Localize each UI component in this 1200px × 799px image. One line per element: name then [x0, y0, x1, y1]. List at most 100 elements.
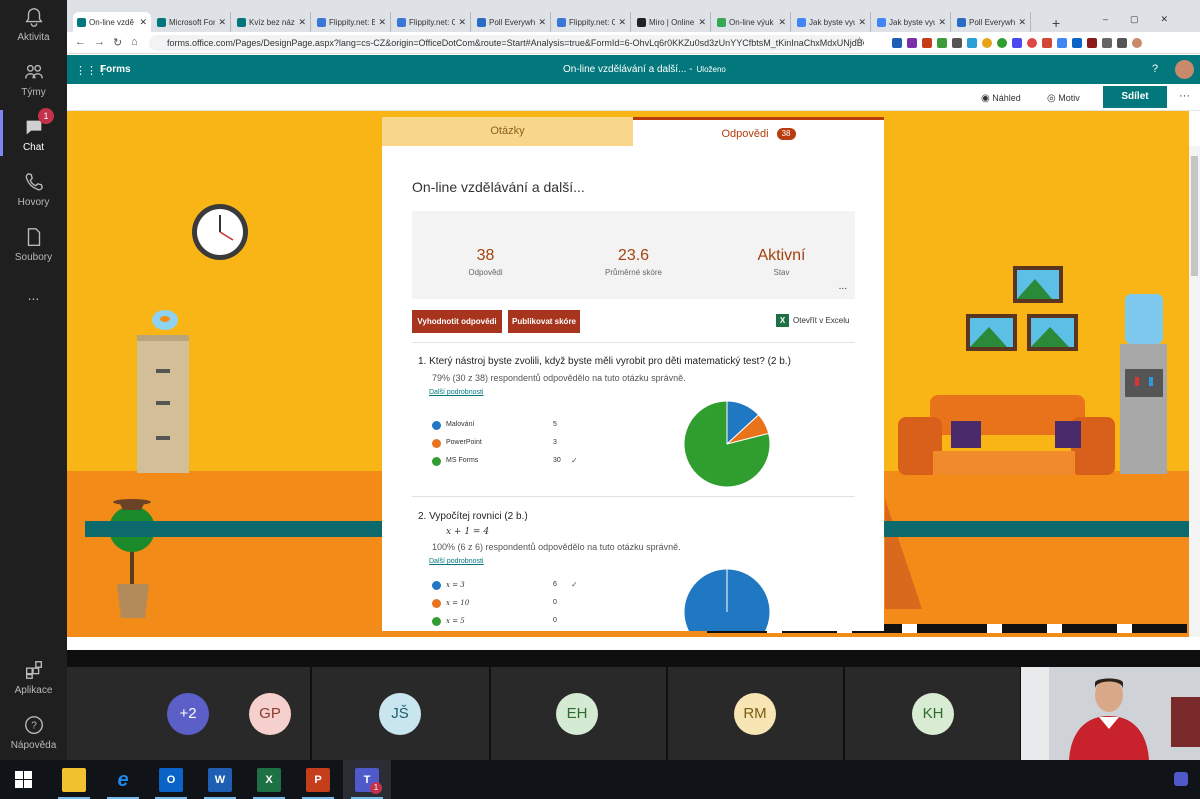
outlook-icon[interactable]: O — [159, 768, 183, 792]
tab-responses[interactable]: Odpovědi 38 — [633, 117, 884, 146]
browser-tab[interactable]: Poll Everywhe ✕ — [473, 12, 551, 32]
reload-icon[interactable]: ↻ — [113, 36, 122, 49]
legend-dot — [432, 617, 441, 626]
svg-text:?: ? — [31, 721, 37, 732]
bookmark-star-icon[interactable]: ☆ — [855, 36, 864, 47]
overflow-participants-avatar[interactable]: +2 — [167, 693, 209, 735]
extension-icon[interactable] — [937, 38, 947, 48]
excel-icon[interactable]: X — [257, 768, 281, 792]
publish-scores-button[interactable]: Publikovat skóre — [508, 310, 580, 333]
browser-tab[interactable]: Kvíz bez názv ✕ — [233, 12, 311, 32]
extension-icon[interactable] — [967, 38, 977, 48]
app-name[interactable]: Forms — [100, 64, 131, 75]
browser-tab[interactable]: On-line výuk ✕ — [713, 12, 791, 32]
browser-tab[interactable]: Flippity.net: C ✕ — [393, 12, 471, 32]
rail-teams[interactable]: Týmy — [0, 61, 67, 98]
browser-tab[interactable]: Flippity.net: E ✕ — [313, 12, 391, 32]
open-in-excel-button[interactable]: X Otevřít v Excelu — [776, 314, 849, 327]
extension-icon[interactable] — [1057, 38, 1067, 48]
page-scrollbar[interactable] — [1189, 146, 1200, 637]
rail-chat[interactable]: 1 Chat — [0, 108, 67, 156]
teams-taskbar-item[interactable]: T 1 — [343, 760, 391, 799]
extension-icon[interactable] — [1027, 38, 1037, 48]
participant-avatar[interactable]: JŠ — [379, 693, 421, 735]
tab-favicon-icon — [317, 17, 326, 27]
url-field[interactable]: forms.office.com/Pages/DesignPage.aspx?l… — [149, 35, 864, 51]
close-icon[interactable]: ✕ — [778, 17, 786, 28]
share-button[interactable]: Sdílet — [1103, 86, 1167, 108]
close-icon[interactable]: ✕ — [298, 17, 306, 28]
tray-teams-icon[interactable] — [1174, 772, 1188, 786]
extension-icon[interactable] — [997, 38, 1007, 48]
extension-icon[interactable] — [982, 38, 992, 48]
close-icon[interactable]: ✕ — [1018, 17, 1026, 28]
self-video-feed[interactable] — [1021, 667, 1200, 760]
extension-icon[interactable] — [892, 38, 902, 48]
rail-activity[interactable]: Aktivita — [0, 6, 67, 43]
extension-icon[interactable] — [922, 38, 932, 48]
legend-dot — [432, 457, 441, 466]
browser-tab[interactable]: Flippity.net: C ✕ — [553, 12, 631, 32]
extension-icon[interactable] — [1072, 38, 1082, 48]
browser-tab[interactable]: Jak byste vyu ✕ — [873, 12, 951, 32]
rail-files[interactable]: Soubory — [0, 226, 67, 263]
close-icon[interactable]: ✕ — [218, 17, 226, 28]
puzzle-icon[interactable] — [1102, 38, 1112, 48]
close-icon[interactable]: ✕ — [858, 17, 866, 28]
extension-icon[interactable] — [1087, 38, 1097, 48]
word-icon[interactable]: W — [208, 768, 232, 792]
close-icon[interactable]: ✕ — [938, 17, 946, 28]
apps-icon — [25, 661, 42, 679]
browser-tab[interactable]: On-line vzdě ✕ — [73, 12, 151, 32]
browser-tab[interactable]: Poll Everywhe ✕ — [953, 12, 1031, 32]
powerpoint-icon[interactable]: P — [306, 768, 330, 792]
window-controls[interactable]: –▢✕ — [1103, 14, 1190, 25]
participant-avatar[interactable]: GP — [249, 693, 291, 735]
tab-favicon-icon — [557, 17, 566, 27]
review-answers-button[interactable]: Vyhodnotit odpovědi — [412, 310, 502, 333]
scrollbar-thumb[interactable] — [1191, 156, 1198, 276]
close-icon[interactable]: ✕ — [139, 17, 147, 28]
palette-icon: ◎ — [1047, 93, 1056, 104]
extension-icon[interactable] — [907, 38, 917, 48]
new-tab-button[interactable]: + — [1052, 15, 1060, 31]
theme-button[interactable]: ◎ Motiv — [1047, 93, 1080, 104]
browser-tab[interactable]: Microsoft For ✕ — [153, 12, 231, 32]
more-options-button[interactable]: ··· — [1179, 90, 1190, 102]
rail-help[interactable]: ? Nápověda — [0, 714, 67, 751]
internet-explorer-icon[interactable]: e — [111, 768, 135, 792]
browser-tab[interactable]: Jak byste vyu ✕ — [793, 12, 871, 32]
question-1-details-link[interactable]: Další podrobnosti — [429, 389, 483, 396]
help-button[interactable]: ? — [1152, 63, 1158, 75]
preview-button[interactable]: ◉ Náhled — [981, 93, 1021, 104]
close-icon[interactable]: ✕ — [538, 17, 546, 28]
extension-icon[interactable] — [1042, 38, 1052, 48]
rail-calls[interactable]: Hovory — [0, 171, 67, 208]
extension-icon[interactable] — [1012, 38, 1022, 48]
home-icon[interactable]: ⌂ — [131, 36, 138, 48]
close-icon[interactable]: ✕ — [458, 17, 466, 28]
close-icon[interactable]: ✕ — [618, 17, 626, 28]
menu-icon[interactable] — [1117, 38, 1127, 48]
back-icon[interactable]: ← — [75, 36, 86, 48]
question-1-option: Malování 5 — [432, 420, 592, 432]
participant-avatar[interactable]: EH — [556, 693, 598, 735]
participant-avatar[interactable]: KH — [912, 693, 954, 735]
rail-apps[interactable]: Aplikace — [0, 659, 67, 696]
windows-start-icon[interactable] — [15, 771, 32, 788]
address-bar: ← → ↻ ⌂ forms.office.com/Pages/DesignPag… — [67, 32, 1200, 54]
extension-icon[interactable] — [952, 38, 962, 48]
browser-tab[interactable]: Miro | Online ✕ — [633, 12, 711, 32]
tab-questions[interactable]: Otázky — [382, 117, 633, 146]
forward-icon[interactable]: → — [94, 36, 105, 48]
question-2-details-link[interactable]: Další podrobnosti — [429, 558, 483, 565]
stats-more-button[interactable]: ... — [839, 281, 847, 292]
tab-favicon-icon — [637, 17, 646, 27]
profile-avatar[interactable] — [1132, 38, 1142, 48]
close-icon[interactable]: ✕ — [378, 17, 386, 28]
participant-avatar[interactable]: RM — [734, 693, 776, 735]
rail-more-button[interactable]: ... — [0, 287, 67, 303]
close-icon[interactable]: ✕ — [698, 17, 706, 28]
file-explorer-icon[interactable] — [62, 768, 86, 792]
user-avatar[interactable] — [1175, 60, 1194, 79]
